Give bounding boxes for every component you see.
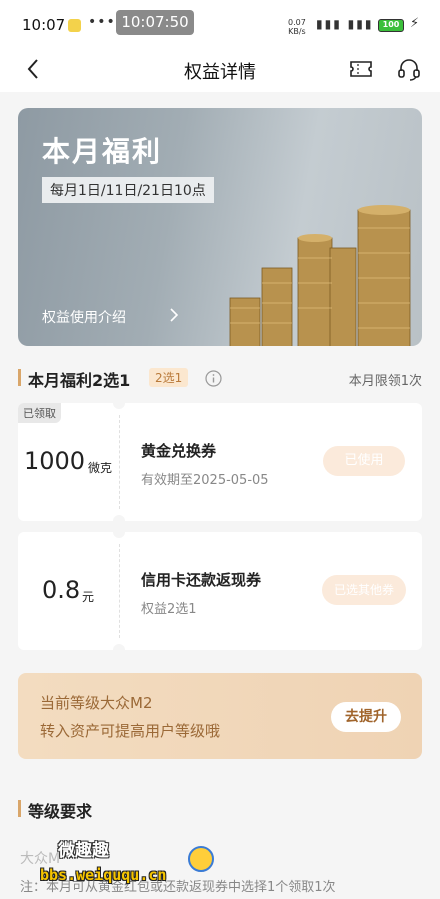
current-level-text: 当前等级大众M2 — [40, 694, 153, 712]
status-bar: 10:07 ••• 10:07:50 0.07 KB/s ▮▮▮ ▮▮▮ ◠ 1… — [0, 0, 440, 46]
customer-service-button[interactable] — [396, 56, 422, 82]
watermark-cn: 微趣趣 — [58, 841, 109, 861]
coupon-amount: 0.8 — [42, 576, 81, 604]
coupon-validity: 有效期至2025-05-05 — [141, 473, 269, 488]
selected-other-button[interactable]: 已选其他券 — [322, 575, 406, 605]
chevron-left-icon — [27, 59, 38, 79]
coupon-divider — [119, 544, 120, 638]
level-section-header: 等级要求 — [18, 796, 422, 822]
section-header: 本月福利2选1 2选1 本月限领1次 — [18, 366, 422, 390]
nav-bar: 权益详情 — [0, 46, 440, 92]
section-accent-bar — [18, 800, 21, 817]
headset-icon — [398, 59, 420, 81]
level-promo-banner: 当前等级大众M2 转入资产可提高用户等级哦 去提升 — [18, 673, 422, 759]
charging-icon: ⚡ — [410, 16, 420, 31]
coupon-desc: 权益2选1 — [141, 602, 197, 617]
coin-stacks-image — [229, 205, 411, 346]
coupon-notch — [113, 644, 125, 656]
network-speed: 0.07 KB/s — [288, 18, 306, 36]
section-accent-bar — [18, 369, 21, 386]
section-tag: 2选1 — [149, 368, 189, 387]
level-tip-text: 转入资产可提高用户等级哦 — [40, 722, 221, 740]
status-center-clock: 10:07:50 — [116, 10, 194, 35]
coupon-name: 黄金兑换券 — [141, 442, 217, 460]
used-button[interactable]: 已使用 — [323, 446, 405, 476]
coupon-notch — [113, 526, 125, 538]
chevron-right-icon — [170, 308, 179, 322]
app-notification-icon — [68, 19, 81, 32]
section-title: 本月福利2选1 — [28, 371, 131, 390]
banner-title: 本月福利 — [42, 135, 163, 168]
ticket-button[interactable] — [348, 58, 374, 80]
watermark-url: bbs.weiququ.cn — [40, 866, 167, 884]
coupon-notch — [113, 397, 125, 409]
info-icon[interactable] — [205, 370, 222, 387]
page-title: 权益详情 — [184, 62, 256, 83]
coupon-amount: 1000 — [24, 447, 86, 475]
coupon-gold-exchange: 已领取 1000 微克 黄金兑换券 有效期至2025-05-05 已使用 — [18, 397, 422, 527]
claimed-badge: 已领取 — [18, 403, 61, 423]
upgrade-button[interactable]: 去提升 — [331, 702, 401, 732]
monthly-benefit-banner: 本月福利 每月1日/11日/21日10点 权益使用介绍 — [18, 108, 422, 346]
coupon-divider — [119, 415, 120, 509]
watermark: 微趣趣 bbs.weiququ.cn — [40, 836, 222, 899]
banner-schedule: 每月1日/11日/21日10点 — [42, 177, 214, 203]
claim-limit: 本月限领1次 — [348, 374, 422, 389]
status-time: 10:07 — [22, 16, 66, 34]
more-notifications-icon: ••• — [88, 14, 116, 30]
level-section-title: 等级要求 — [28, 802, 93, 821]
coupon-name: 信用卡还款返现券 — [141, 571, 262, 589]
coupon-unit: 微克 — [88, 461, 113, 475]
mascot-icon — [188, 846, 214, 872]
ticket-icon — [350, 61, 372, 77]
battery-icon: 100 — [378, 19, 404, 32]
back-button[interactable] — [22, 54, 50, 84]
benefit-intro-link[interactable]: 权益使用介绍 — [42, 307, 126, 327]
coupon-card-cashback: 0.8 元 信用卡还款返现券 权益2选1 已选其他券 — [18, 526, 422, 656]
coupon-unit: 元 — [82, 590, 95, 604]
